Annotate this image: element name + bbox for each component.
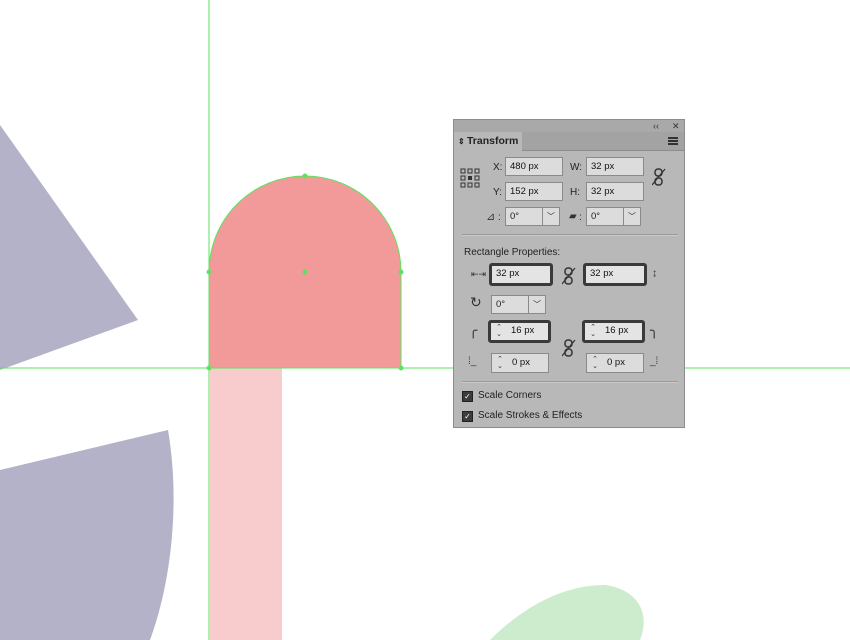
tab-sort-icon: ⇕ — [458, 137, 467, 146]
anchor-point-right[interactable] — [398, 269, 404, 275]
reference-point-icon[interactable] — [460, 168, 480, 188]
corner-type-bottom-right-icon[interactable]: _⁞ — [650, 356, 658, 368]
shear-value: 0° — [591, 211, 601, 222]
h-label: H: — [570, 187, 580, 198]
corner-radius-link-icon[interactable] — [562, 339, 576, 357]
constrain-proportions-link-icon[interactable] — [652, 168, 666, 186]
panel-tab-row: ⇕ Transform — [454, 132, 684, 151]
stepper-icon[interactable]: ⌃ ⌄ — [588, 324, 598, 338]
rotate-colon: : — [498, 212, 501, 223]
shear-icon: ▰ — [569, 211, 577, 222]
divider — [462, 381, 678, 383]
mushroom-stem[interactable] — [210, 368, 282, 640]
rect-height-field[interactable]: 32 px — [583, 263, 647, 286]
rotate-angle-icon: ⊿ — [486, 211, 496, 223]
rect-width-field[interactable]: 32 px — [489, 263, 553, 286]
rectangle-properties-title: Rectangle Properties: — [464, 247, 561, 258]
corner-radius-top-right-value: 16 px — [605, 325, 629, 336]
w-field[interactable]: 32 px — [586, 157, 644, 176]
scale-corners-label: Scale Corners — [478, 390, 542, 401]
shear-dropdown[interactable]: 0° ﹀ — [586, 207, 641, 226]
scale-strokes-label: Scale Strokes & Effects — [478, 410, 583, 421]
shear-colon: : — [579, 212, 582, 223]
tab-transform-label: Transform — [466, 135, 519, 147]
anchor-point-center[interactable] — [302, 269, 308, 275]
anchor-point-left[interactable] — [206, 269, 212, 275]
collapse-icon[interactable]: ‹‹ — [653, 120, 659, 132]
anchor-point-bottom-right[interactable] — [398, 365, 404, 371]
x-label: X: — [493, 162, 503, 173]
stepper-icon[interactable]: ⌃ ⌄ — [494, 324, 504, 338]
y-field[interactable]: 152 px — [505, 182, 563, 201]
w-label: W: — [570, 162, 583, 173]
scale-strokes-checkbox[interactable]: ✓ — [462, 411, 473, 422]
artboard-canvas[interactable] — [0, 0, 850, 640]
chevron-down-icon[interactable]: ﹀ — [528, 296, 545, 313]
rect-rotate-icon: ↻ — [470, 294, 482, 310]
chevron-down-icon[interactable]: ﹀ — [542, 208, 559, 225]
lavender-shape-lower — [0, 430, 174, 640]
width-arrows-icon: ⇤⇥ — [471, 269, 487, 279]
panel-titlebar[interactable]: ‹‹ ✕ — [454, 120, 684, 132]
height-arrows-icon: ↨ — [652, 268, 657, 279]
h-field[interactable]: 32 px — [586, 182, 644, 201]
lavender-shape-upper — [0, 125, 138, 370]
corner-type-top-right-icon[interactable]: ╮ — [650, 323, 658, 337]
chevron-down-icon[interactable]: ﹀ — [623, 208, 640, 225]
green-shape — [490, 585, 644, 640]
divider — [462, 234, 678, 236]
anchor-point-bottom-left[interactable] — [206, 365, 212, 371]
rotate-value: 0° — [510, 211, 520, 222]
stepper-icon[interactable]: ⌃ ⌄ — [590, 356, 600, 370]
y-label: Y: — [493, 187, 502, 198]
panel-menu-icon[interactable] — [668, 137, 678, 145]
rotate-dropdown[interactable]: 0° ﹀ — [505, 207, 560, 226]
x-field[interactable]: 480 px — [505, 157, 563, 176]
corner-radius-top-left-value: 16 px — [511, 325, 535, 336]
rect-rotate-value: 0° — [496, 299, 506, 310]
transform-panel: ‹‹ ✕ ⇕ Transform X: 480 px W: 32 px Y: 1… — [453, 119, 685, 428]
anchor-point-top[interactable] — [302, 173, 308, 179]
stepper-icon[interactable]: ⌃ ⌄ — [495, 356, 505, 370]
rect-rotate-dropdown[interactable]: 0° ﹀ — [491, 295, 546, 314]
rect-size-link-icon[interactable] — [562, 267, 576, 285]
corner-radius-bottom-left-value: 0 px — [512, 357, 530, 368]
close-icon[interactable]: ✕ — [672, 120, 680, 132]
corner-type-bottom-left-icon[interactable]: ⁞_ — [468, 356, 476, 368]
corner-radius-bottom-right-value: 0 px — [607, 357, 625, 368]
tab-transform[interactable]: ⇕ Transform — [454, 132, 522, 151]
corner-type-top-left-icon[interactable]: ╭ — [469, 323, 477, 337]
scale-corners-checkbox[interactable]: ✓ — [462, 391, 473, 402]
